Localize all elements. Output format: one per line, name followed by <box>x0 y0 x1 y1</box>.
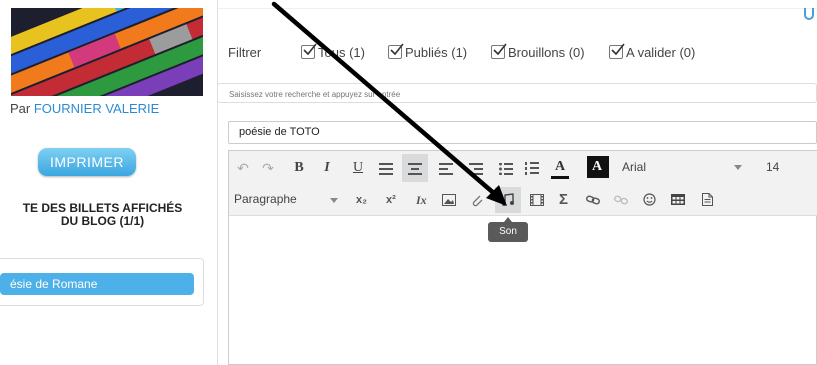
annotation-arrow-icon <box>271 1 507 206</box>
